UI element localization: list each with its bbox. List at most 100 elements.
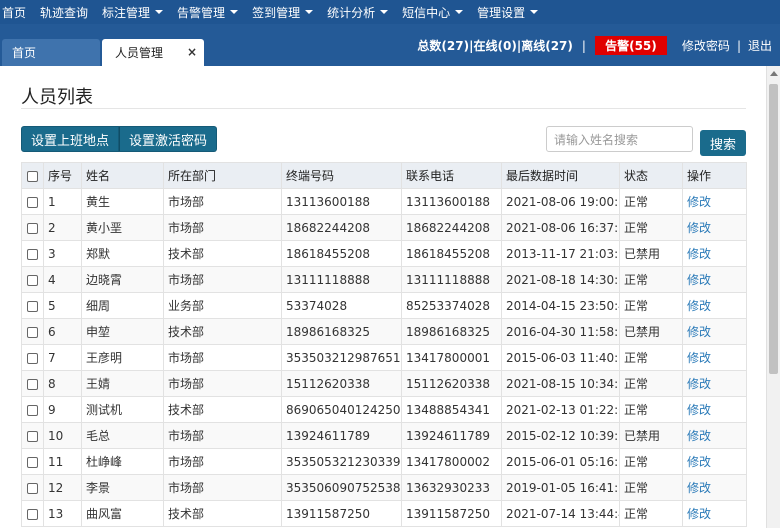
row-checkbox[interactable] [27, 430, 38, 442]
nav-item-label: 签到管理 [252, 5, 301, 20]
vertical-scrollbar[interactable] [766, 66, 780, 528]
scroll-up-icon[interactable] [770, 71, 778, 76]
nav-item[interactable]: 标注管理 [95, 0, 170, 24]
nav-item[interactable]: 首页 [0, 0, 33, 24]
row-checkbox[interactable] [27, 300, 38, 312]
search-button[interactable]: 搜索 [700, 130, 746, 156]
nav-item[interactable]: 短信中心 [395, 0, 470, 24]
contact-phone: 13632930233 [401, 474, 502, 501]
status-text: 正常 [619, 474, 683, 501]
caret-down-icon [305, 10, 314, 14]
scroll-thumb[interactable] [769, 84, 778, 374]
name-search-input[interactable]: 请输入姓名搜索 [546, 126, 693, 152]
edit-link[interactable]: 修改 [682, 292, 747, 319]
table-header-row: 序号 姓名 所在部门 终端号码 联系电话 最后数据时间 状态 操作 [21, 162, 747, 189]
row-checkbox[interactable] [27, 352, 38, 364]
set-work-location-button[interactable]: 设置上班地点 [21, 126, 119, 152]
edit-link[interactable]: 修改 [682, 318, 747, 345]
edit-link[interactable]: 修改 [682, 266, 747, 293]
row-number: 11 [43, 448, 82, 475]
nav-item[interactable]: 告警管理 [170, 0, 245, 24]
select-all-checkbox[interactable] [27, 170, 38, 182]
caret-down-icon [155, 10, 164, 14]
edit-link[interactable]: 修改 [682, 188, 747, 215]
row-select-cell [21, 240, 44, 267]
alarm-badge[interactable]: 告警(55) [594, 36, 667, 55]
tab-home-label: 首页 [12, 46, 37, 60]
row-number: 2 [43, 214, 82, 241]
personnel-table: 序号 姓名 所在部门 终端号码 联系电话 最后数据时间 状态 操作 1 黄生 市场部 1311360… [21, 162, 747, 527]
table-row: 6 申堃 技术部 18986168325 18986168325 2016-04-30 1… [21, 318, 747, 345]
tab-bar: 首页 人员管理 × 总数(27) | 在线(0) | 离线(27) | 告警(5… [0, 24, 780, 66]
edit-link[interactable]: 修改 [682, 370, 747, 397]
row-number: 7 [43, 344, 82, 371]
department: 技术部 [163, 396, 282, 423]
edit-link[interactable]: 修改 [682, 500, 747, 527]
edit-link[interactable]: 修改 [682, 422, 747, 449]
edit-link[interactable]: 修改 [682, 396, 747, 423]
caret-down-icon [230, 10, 239, 14]
row-number: 9 [43, 396, 82, 423]
stats-divider: | [736, 38, 741, 53]
tab-home[interactable]: 首页 [2, 39, 100, 66]
contact-phone: 18618455208 [401, 240, 502, 267]
caret-down-icon [530, 10, 539, 14]
person-name: 曲风富 [81, 500, 164, 527]
nav-item-label: 标注管理 [102, 5, 151, 20]
last-data-time: 2021-08-06 19:00:19 [501, 188, 620, 215]
caret-down-icon [380, 10, 389, 14]
edit-link[interactable]: 修改 [682, 240, 747, 267]
row-number: 4 [43, 266, 82, 293]
online-count: 在线(0) [473, 39, 517, 53]
table-row: 13 曲风富 技术部 13911587250 13911587250 2021-07-14… [21, 500, 747, 527]
contact-phone: 13417800001 [401, 344, 502, 371]
edit-link[interactable]: 修改 [682, 344, 747, 371]
person-name: 杜峥峰 [81, 448, 164, 475]
table-row: 1 黄生 市场部 13113600188 13113600188 2021-08-06 1… [21, 188, 747, 215]
row-checkbox[interactable] [27, 378, 38, 390]
column-header: 序号 [43, 162, 82, 189]
set-activation-password-button[interactable]: 设置激活密码 [119, 126, 217, 152]
department: 技术部 [163, 500, 282, 527]
last-data-time: 2021-08-06 16:37:54 [501, 214, 620, 241]
edit-link[interactable]: 修改 [682, 474, 747, 501]
row-checkbox[interactable] [27, 248, 38, 260]
logout-link[interactable]: 退出 [748, 37, 772, 54]
row-checkbox[interactable] [27, 196, 38, 208]
row-checkbox[interactable] [27, 222, 38, 234]
tab-personnel[interactable]: 人员管理 × [102, 39, 204, 66]
main-content: 人员列表 设置上班地点 设置激活密码 请输入姓名搜索 搜索 序号 姓名 所在部门 终端… [0, 66, 766, 528]
nav-item[interactable]: 管理设置 [470, 0, 545, 24]
nav-item[interactable]: 统计分析 [320, 0, 395, 24]
close-icon[interactable]: × [187, 45, 197, 59]
terminal-number: 13924611789 [281, 422, 402, 449]
edit-link[interactable]: 修改 [682, 448, 747, 475]
table-row: 12 李景 市场部 353506090752538 13632930233 2019-01… [21, 474, 747, 501]
department: 市场部 [163, 474, 282, 501]
row-select-cell [21, 422, 44, 449]
status-text: 正常 [619, 448, 683, 475]
department: 市场部 [163, 188, 282, 215]
row-checkbox[interactable] [27, 404, 38, 416]
row-checkbox[interactable] [27, 326, 38, 338]
last-data-time: 2021-02-13 01:22:01 [501, 396, 620, 423]
row-checkbox[interactable] [27, 482, 38, 494]
terminal-number: 353506090752538 [281, 474, 402, 501]
change-password-link[interactable]: 修改密码 [682, 37, 730, 54]
table-row: 11 杜峥峰 市场部 353505321230339 13417800002 2015-0… [21, 448, 747, 475]
contact-phone: 13488854341 [401, 396, 502, 423]
last-data-time: 2016-04-30 11:58:59 [501, 318, 620, 345]
row-select-cell [21, 266, 44, 293]
nav-item[interactable]: 轨迹查询 [33, 0, 95, 24]
edit-link[interactable]: 修改 [682, 214, 747, 241]
row-checkbox[interactable] [27, 456, 38, 468]
table-row: 5 细周 业务部 53374028 85253374028 2014-04-15 23:5… [21, 292, 747, 319]
department: 市场部 [163, 370, 282, 397]
contact-phone: 15112620338 [401, 370, 502, 397]
terminal-number: 53374028 [281, 292, 402, 319]
row-checkbox[interactable] [27, 508, 38, 520]
row-checkbox[interactable] [27, 274, 38, 286]
person-name: 细周 [81, 292, 164, 319]
nav-item[interactable]: 签到管理 [245, 0, 320, 24]
row-number: 12 [43, 474, 82, 501]
